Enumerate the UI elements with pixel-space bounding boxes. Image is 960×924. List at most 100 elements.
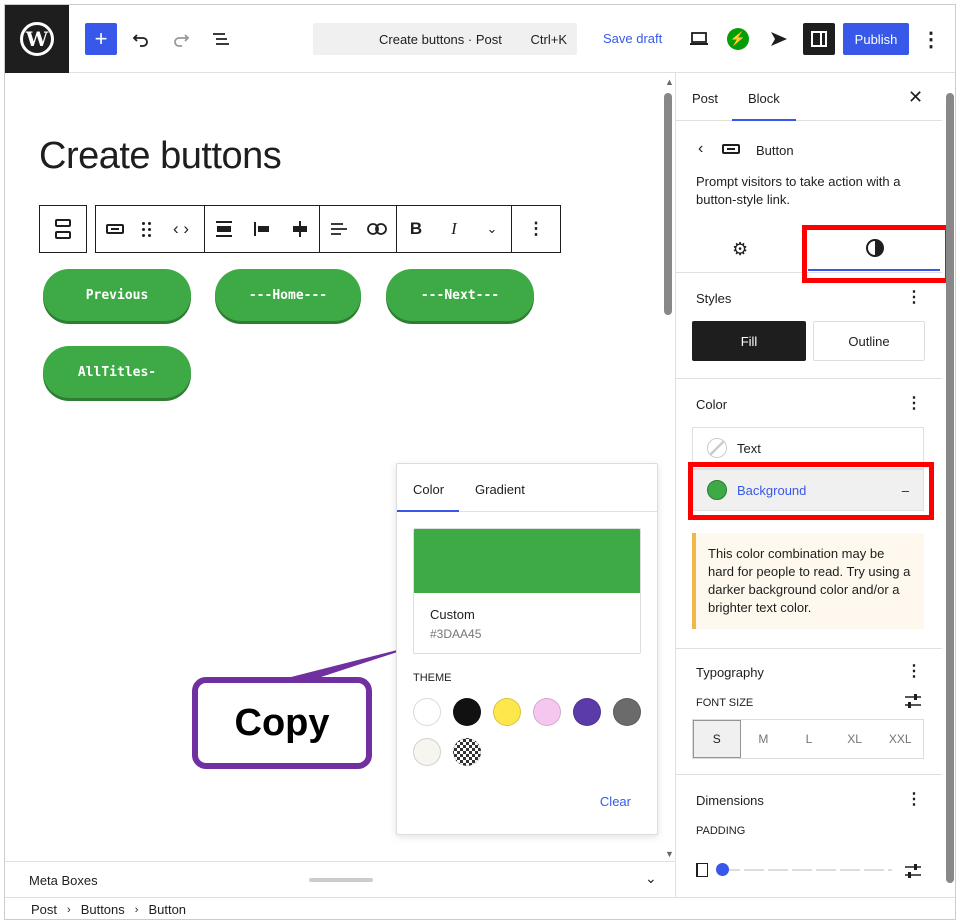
style-fill-button[interactable]: Fill (692, 321, 806, 361)
options-menu-button[interactable]: ⋮ (915, 23, 947, 55)
sidebar-scrollbar[interactable] (946, 93, 954, 883)
chevron-left-right-icon: ‹ › (172, 219, 190, 238)
page-title[interactable]: Create buttons (39, 135, 282, 178)
dimensions-heading: Dimensions (696, 793, 764, 808)
undo-button[interactable] (125, 23, 157, 55)
padding-slider-track[interactable] (720, 869, 892, 871)
publish-button[interactable]: Publish (843, 23, 909, 55)
sliders-icon[interactable] (904, 863, 922, 879)
button-previous[interactable]: Previous (43, 269, 191, 321)
font-size-l[interactable]: L (786, 720, 832, 758)
more-formatting-button[interactable]: ⌄ (473, 206, 511, 252)
tab-color[interactable]: Color (413, 482, 444, 497)
document-overview-button[interactable] (205, 23, 237, 55)
more-vertical-icon[interactable]: ⋮ (906, 789, 922, 809)
command-shortcut: Ctrl+K (530, 32, 567, 47)
custom-color-swatch[interactable]: Custom #3DAA45 (413, 528, 641, 654)
font-size-m[interactable]: M (741, 720, 787, 758)
sliders-icon[interactable] (904, 693, 922, 709)
editor-window: W + Create buttons · Post Ctrl+K Save dr… (4, 4, 956, 920)
more-vertical-icon[interactable]: ⋮ (906, 393, 922, 413)
italic-button[interactable]: I (435, 206, 473, 252)
clear-color-button[interactable]: Clear (600, 794, 631, 809)
button-alltitles[interactable]: AllTitles- (43, 346, 191, 398)
tab-block[interactable]: Block (748, 91, 780, 106)
justify-left-icon (254, 222, 269, 236)
meta-boxes-label: Meta Boxes (29, 873, 98, 888)
color-picker-popover: Color Gradient Custom #3DAA45 THEME Clea… (396, 463, 658, 835)
padding-slider-thumb[interactable] (716, 863, 729, 876)
block-options-button[interactable]: ⋮ (512, 206, 560, 252)
text-color-label: Text (737, 440, 761, 456)
theme-color-gray[interactable] (613, 698, 641, 726)
wordpress-logo-button[interactable]: W (5, 5, 69, 73)
block-type-button[interactable] (96, 206, 134, 252)
scroll-up-arrow-icon[interactable]: ▲ (665, 77, 674, 87)
block-name: Button (756, 143, 794, 158)
tab-post[interactable]: Post (692, 91, 718, 106)
breadcrumb-post[interactable]: Post (31, 902, 57, 917)
tab-gradient[interactable]: Gradient (475, 482, 525, 497)
send-button[interactable] (763, 23, 795, 55)
more-vertical-icon: ⋮ (921, 28, 941, 51)
buttons-block-icon (55, 219, 71, 239)
command-palette-bar[interactable]: Create buttons · Post Ctrl+K (313, 23, 577, 55)
jetpack-button[interactable]: ⚡ (727, 28, 749, 50)
copy-callout: Copy (192, 677, 372, 769)
add-block-button[interactable]: + (85, 23, 117, 55)
font-size-label: FONT SIZE (696, 697, 754, 709)
font-size-xxl[interactable]: XXL (877, 720, 923, 758)
style-outline-button[interactable]: Outline (813, 321, 925, 361)
theme-color-purple[interactable] (573, 698, 601, 726)
block-toolbar: ‹ › B I ⌄ ⋮ (39, 205, 561, 253)
more-vertical-icon[interactable]: ⋮ (906, 661, 922, 681)
drag-handle[interactable] (134, 206, 158, 252)
gear-icon[interactable]: ⚙ (732, 239, 748, 260)
button-home[interactable]: ---Home--- (215, 269, 361, 321)
sidebar-icon (811, 31, 827, 47)
vertical-align-button[interactable] (281, 206, 319, 252)
canvas-scrollbar[interactable] (664, 93, 672, 315)
preview-button[interactable] (683, 23, 715, 55)
chevron-left-icon[interactable]: ‹ (698, 140, 703, 158)
wordpress-logo-icon: W (20, 22, 54, 56)
settings-sidebar-toggle[interactable] (803, 23, 835, 55)
font-size-xl[interactable]: XL (832, 720, 878, 758)
chevron-right-icon: › (134, 903, 139, 916)
parent-block-selector[interactable] (39, 205, 87, 253)
align-full-button[interactable] (205, 206, 243, 252)
color-preview (414, 529, 640, 593)
redo-button[interactable] (165, 23, 197, 55)
active-tab-indicator (732, 119, 796, 121)
theme-color-black[interactable] (453, 698, 481, 726)
theme-color-pink[interactable] (533, 698, 561, 726)
more-vertical-icon: ⋮ (527, 219, 545, 238)
theme-color-yellow[interactable] (493, 698, 521, 726)
padding-sides-icon (696, 863, 708, 877)
breadcrumb-buttons[interactable]: Buttons (81, 902, 125, 917)
link-button[interactable] (358, 206, 396, 252)
move-buttons[interactable]: ‹ › (158, 206, 204, 252)
laptop-icon (690, 32, 708, 45)
theme-color-white[interactable] (413, 698, 441, 726)
active-tab-indicator (397, 510, 459, 512)
chevron-right-icon: › (67, 903, 71, 916)
close-icon[interactable]: ✕ (908, 87, 923, 108)
button-block-icon (722, 144, 740, 154)
bold-icon: B (409, 219, 423, 238)
font-size-s[interactable]: S (693, 720, 741, 758)
theme-color-offwhite[interactable] (413, 738, 441, 766)
bold-button[interactable]: B (397, 206, 435, 252)
text-align-button[interactable] (320, 206, 358, 252)
chevron-down-icon[interactable]: ⌄ (645, 870, 657, 887)
theme-color-checker[interactable] (453, 738, 481, 766)
save-draft-button[interactable]: Save draft (603, 31, 662, 46)
resize-handle[interactable] (309, 878, 373, 882)
button-next[interactable]: ---Next--- (386, 269, 534, 321)
swatch-hex-value: #3DAA45 (430, 627, 482, 641)
more-vertical-icon[interactable]: ⋮ (906, 287, 922, 307)
scroll-down-arrow-icon[interactable]: ▼ (665, 849, 674, 859)
top-toolbar: W + Create buttons · Post Ctrl+K Save dr… (5, 5, 955, 73)
justify-left-button[interactable] (243, 206, 281, 252)
highlight-background (688, 462, 934, 520)
